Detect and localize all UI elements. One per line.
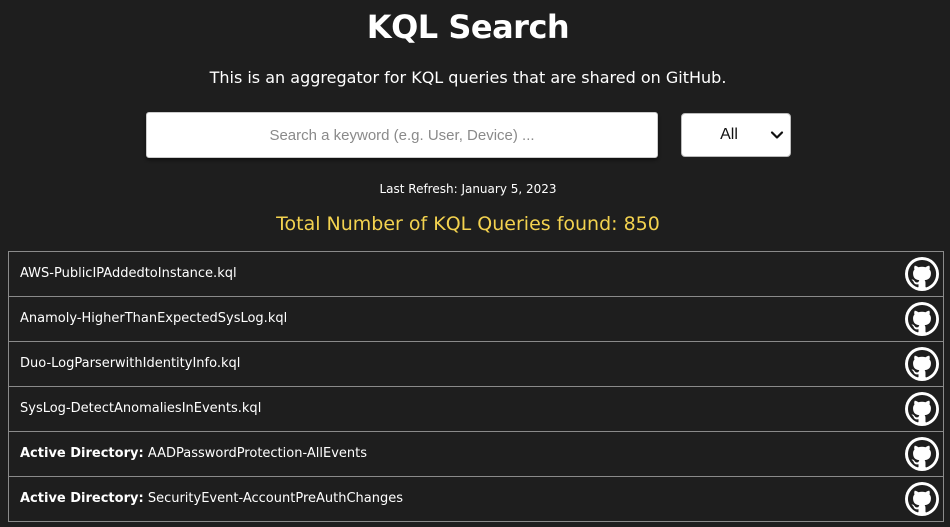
query-name[interactable]: SysLog-DetectAnomaliesInEvents.kql [20,401,261,416]
query-title: AADPasswordProtection-AllEvents [147,446,367,461]
query-name[interactable]: Anamoly-HigherThanExpectedSysLog.kql [20,311,287,326]
page-title: KQL Search [366,8,570,46]
last-refresh: Last Refresh: January 5, 2023 [379,182,557,196]
list-item[interactable]: Duo-LogParserwithIdentityInfo.kql [8,341,944,386]
github-icon[interactable] [905,347,939,381]
query-category: Active Directory: [20,446,144,461]
list-item[interactable]: Active Directory: SecurityEvent-AccountP… [8,476,944,522]
chevron-down-icon [770,131,784,139]
query-category: Active Directory: [20,491,144,506]
list-item[interactable]: Anamoly-HigherThanExpectedSysLog.kql [8,296,944,341]
query-name[interactable]: Active Directory: AADPasswordProtection-… [20,446,367,461]
query-name[interactable]: Active Directory: SecurityEvent-AccountP… [20,491,403,506]
github-icon[interactable] [905,392,939,426]
query-title: SecurityEvent-AccountPreAuthChanges [147,491,404,506]
github-icon[interactable] [905,302,939,336]
query-name[interactable]: AWS-PublicIPAddedtoInstance.kql [20,266,237,281]
page: KQL Search This is an aggregator for KQL… [0,0,950,527]
github-icon[interactable] [905,437,939,471]
total-count: Total Number of KQL Queries found: 850 [276,213,660,235]
category-select[interactable]: All [681,113,791,157]
list-item[interactable]: SysLog-DetectAnomaliesInEvents.kql [8,386,944,431]
github-icon[interactable] [905,257,939,291]
results-list: AWS-PublicIPAddedtoInstance.kql Anamoly-… [8,251,944,522]
github-icon[interactable] [905,482,939,516]
search-input[interactable] [146,112,658,158]
category-select-value: All [720,126,738,143]
list-item[interactable]: Active Directory: AADPasswordProtection-… [8,431,944,476]
query-name[interactable]: Duo-LogParserwithIdentityInfo.kql [20,356,240,371]
list-item[interactable]: AWS-PublicIPAddedtoInstance.kql [8,251,944,296]
page-subtitle: This is an aggregator for KQL queries th… [209,68,727,87]
